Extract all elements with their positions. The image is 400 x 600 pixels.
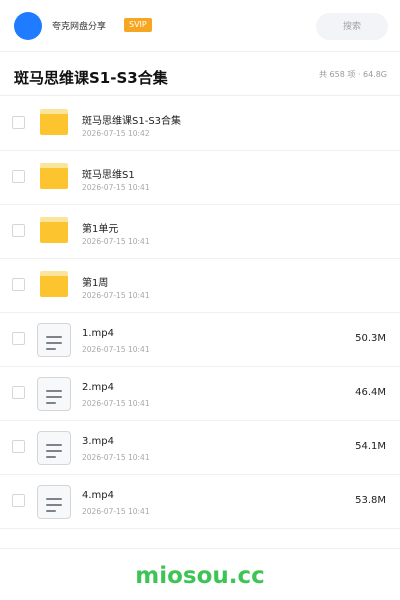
select-checkbox[interactable]: [12, 332, 25, 345]
select-checkbox[interactable]: [12, 440, 25, 453]
item-name: 1.mp4: [82, 328, 114, 339]
item-name: 2.mp4: [82, 382, 114, 393]
folder-row[interactable]: 斑马思维课S1-S3合集 2026-07-15 10:42: [0, 97, 400, 151]
item-name: 4.mp4: [82, 490, 114, 501]
folder-row[interactable]: 斑马思维S1 2026-07-15 10:41: [0, 151, 400, 205]
file-row[interactable]: 3.mp4 2026-07-15 10:41 54.1M: [0, 421, 400, 475]
folder-title-bar: 斑马思维课S1-S3合集 共 658 项 · 64.8G: [0, 52, 400, 96]
item-name: 第1单元: [82, 224, 119, 235]
item-size: 54.1M: [355, 441, 386, 452]
item-count-summary: 共 658 项 · 64.8G: [319, 70, 387, 79]
select-checkbox[interactable]: [12, 278, 25, 291]
select-checkbox[interactable]: [12, 170, 25, 183]
item-name: 斑马思维课S1-S3合集: [82, 116, 182, 127]
folder-icon: [40, 109, 68, 135]
svip-badge: SVIP: [124, 18, 152, 32]
select-checkbox[interactable]: [12, 224, 25, 237]
folder-row[interactable]: 第1周 2026-07-15 10:41: [0, 259, 400, 313]
item-size: 53.8M: [355, 495, 386, 506]
folder-row[interactable]: 第1单元 2026-07-15 10:41: [0, 205, 400, 259]
footer: miosou.cc: [0, 548, 400, 600]
file-row[interactable]: 1.mp4 2026-07-15 10:41 50.3M: [0, 313, 400, 367]
item-name: 第1周: [82, 278, 109, 289]
item-name: 斑马思维S1: [82, 170, 135, 181]
folder-icon: [40, 271, 68, 297]
item-date: 2026-07-15 10:41: [82, 507, 150, 516]
page-title: 斑马思维课S1-S3合集: [14, 69, 168, 87]
app-header: 夸克网盘分享 SVIP: [0, 0, 400, 52]
site-watermark: miosou.cc: [135, 563, 265, 589]
folder-icon: [40, 163, 68, 189]
video-file-icon: [37, 323, 71, 357]
item-date: 2026-07-15 10:41: [82, 291, 150, 300]
video-file-icon: [37, 431, 71, 465]
item-date: 2026-07-15 10:42: [82, 129, 150, 138]
select-checkbox[interactable]: [12, 116, 25, 129]
file-row[interactable]: 2.mp4 2026-07-15 10:41 46.4M: [0, 367, 400, 421]
select-checkbox[interactable]: [12, 494, 25, 507]
search-input[interactable]: [316, 13, 388, 40]
avatar[interactable]: [14, 12, 42, 40]
item-date: 2026-07-15 10:41: [82, 453, 150, 462]
video-file-icon: [37, 377, 71, 411]
app-name: 夸克网盘分享: [52, 22, 107, 32]
item-date: 2026-07-15 10:41: [82, 183, 150, 192]
item-size: 50.3M: [355, 333, 386, 344]
item-size: 46.4M: [355, 387, 386, 398]
item-name: 3.mp4: [82, 436, 114, 447]
item-date: 2026-07-15 10:41: [82, 237, 150, 246]
video-file-icon: [37, 485, 71, 519]
item-date: 2026-07-15 10:41: [82, 399, 150, 408]
folder-icon: [40, 217, 68, 243]
select-checkbox[interactable]: [12, 386, 25, 399]
item-date: 2026-07-15 10:41: [82, 345, 150, 354]
file-row[interactable]: 4.mp4 2026-07-15 10:41 53.8M: [0, 475, 400, 529]
file-list: 斑马思维课S1-S3合集 2026-07-15 10:42 斑马思维S1 2026-0…: [0, 97, 400, 529]
